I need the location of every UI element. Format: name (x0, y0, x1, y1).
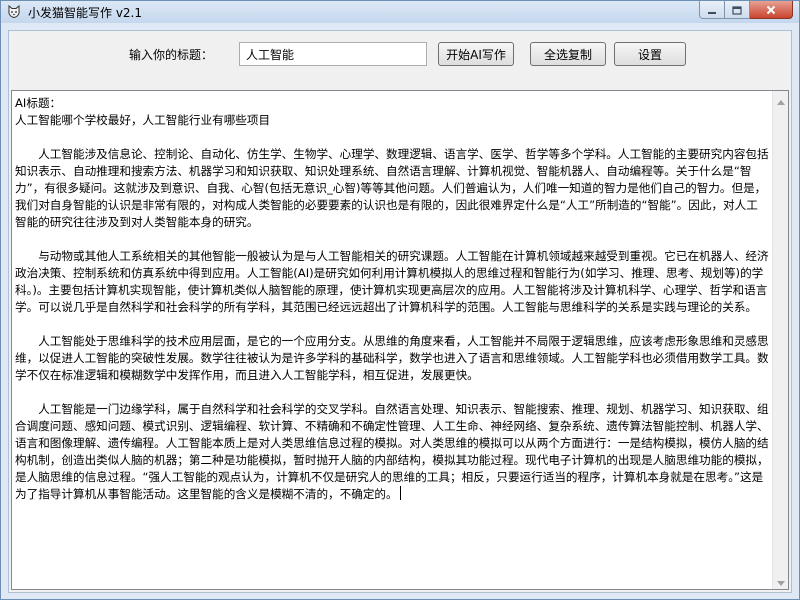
client-area: 输入你的标题： 开始AI写作 全选复制 设置 AI标题： 人工智能哪个学校最好，… (8, 30, 792, 593)
window-title: 小发猫智能写作 v2.1 (28, 5, 143, 20)
maximize-icon (732, 1, 742, 19)
app-window: 小发猫智能写作 v2.1 输入你的标题： 开始AI写作 全选复制 (0, 0, 800, 600)
minimize-button[interactable] (699, 1, 725, 19)
ai-title-heading: AI标题： (15, 96, 62, 110)
scroll-up-button[interactable] (773, 91, 788, 109)
title-input[interactable] (239, 42, 427, 66)
maximize-button[interactable] (725, 1, 750, 19)
scroll-down-button[interactable] (773, 571, 788, 589)
ai-title-line: 人工智能哪个学校最好，人工智能行业有哪些项目 (15, 113, 271, 127)
select-all-copy-button[interactable]: 全选复制 (530, 42, 606, 66)
scroll-down-arrow-icon (777, 571, 785, 589)
cat-app-icon (6, 4, 22, 20)
scroll-up-arrow-icon (777, 91, 785, 109)
article-paragraph-4: 人工智能是一门边缘学科，属于自然科学和社会科学的交叉学科。自然语言处理、知识表示… (15, 402, 769, 501)
title-input-label: 输入你的标题： (129, 48, 214, 62)
title-bar[interactable]: 小发猫智能写作 v2.1 (1, 1, 799, 23)
minimize-icon (707, 1, 717, 19)
text-caret (399, 486, 401, 500)
start-ai-write-button[interactable]: 开始AI写作 (438, 42, 514, 66)
article-paragraph-1: 人工智能涉及信息论、控制论、自动化、仿生学、生物学、心理学、数理逻辑、语言学、医… (15, 147, 769, 229)
article-paragraph-3: 人工智能处于思维科学的技术应用层面，是它的一个应用分支。从思维的角度来看，人工智… (15, 334, 769, 382)
window-controls (699, 1, 793, 19)
settings-button[interactable]: 设置 (614, 42, 686, 66)
vertical-scrollbar[interactable] (772, 91, 788, 589)
close-button[interactable] (750, 1, 793, 19)
article-paragraph-2: 与动物或其他人工系统相关的其他智能一般被认为是与人工智能相关的研究课题。人工智能… (15, 249, 769, 314)
article-textarea[interactable]: AI标题： 人工智能哪个学校最好，人工智能行业有哪些项目 人工智能涉及信息论、控… (11, 90, 789, 590)
close-icon (766, 1, 776, 19)
article-text[interactable]: AI标题： 人工智能哪个学校最好，人工智能行业有哪些项目 人工智能涉及信息论、控… (12, 91, 772, 589)
